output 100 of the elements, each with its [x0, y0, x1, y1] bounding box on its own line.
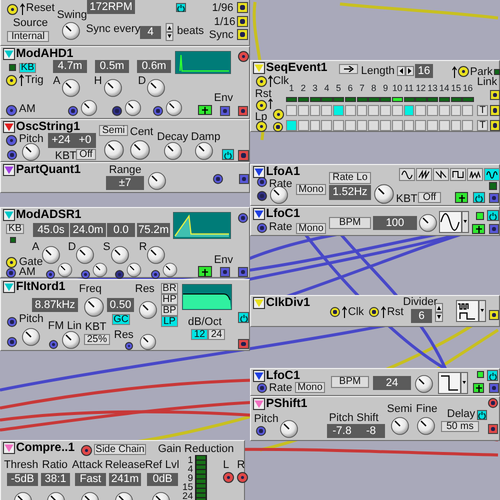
knob[interactable]: [279, 419, 299, 439]
step-cell[interactable]: [310, 105, 320, 116]
collapse-icon[interactable]: [254, 210, 264, 218]
toggle-button[interactable]: 50 ms: [441, 421, 479, 432]
toggle-button[interactable]: KB: [6, 224, 24, 234]
spinner[interactable]: [165, 23, 174, 41]
knob[interactable]: [75, 245, 95, 265]
input-jack[interactable]: [458, 66, 469, 77]
knob[interactable]: [373, 183, 395, 205]
step-cell[interactable]: [298, 120, 308, 131]
toggle-button[interactable]: BPM: [329, 217, 371, 229]
input-jack[interactable]: [488, 398, 498, 408]
knob[interactable]: [139, 333, 157, 351]
input-jack[interactable]: [7, 4, 18, 15]
input-jack[interactable]: [257, 177, 267, 187]
input-jack[interactable]: [273, 109, 284, 120]
toggle-button[interactable]: T: [477, 105, 488, 116]
knob[interactable]: [83, 296, 105, 318]
toggle-button[interactable]: Mono: [295, 382, 325, 393]
knob[interactable]: [147, 171, 167, 191]
input-jack[interactable]: [257, 191, 267, 201]
power-button[interactable]: [222, 149, 234, 160]
waveform-button[interactable]: [433, 168, 449, 181]
power-button[interactable]: [176, 3, 186, 12]
step-cell[interactable]: [438, 105, 450, 116]
step-cell[interactable]: [380, 105, 391, 116]
input-jack[interactable]: [256, 426, 266, 436]
input-jack[interactable]: [257, 223, 267, 233]
toggle-button[interactable]: Mono: [296, 184, 326, 195]
toggle-button[interactable]: 25%: [84, 334, 110, 345]
input-jack[interactable]: [81, 445, 92, 456]
step-cell[interactable]: [298, 105, 308, 116]
toggle-button[interactable]: 12: [191, 329, 208, 340]
mode-button[interactable]: [472, 224, 485, 234]
knob[interactable]: [416, 416, 436, 436]
knob[interactable]: [92, 262, 108, 278]
knob[interactable]: [138, 300, 158, 320]
power-button[interactable]: [473, 192, 485, 203]
input-jack[interactable]: [6, 257, 17, 268]
knob[interactable]: [61, 21, 81, 41]
knob[interactable]: [418, 213, 438, 233]
step-cell[interactable]: [438, 120, 450, 131]
knob[interactable]: [57, 262, 73, 278]
input-jack[interactable]: [6, 135, 17, 146]
power-button[interactable]: [487, 370, 498, 381]
input-jack[interactable]: [369, 307, 379, 317]
spinner[interactable]: [397, 66, 414, 76]
input-jack[interactable]: [330, 307, 340, 317]
output-jack[interactable]: [489, 310, 499, 320]
toggle-button[interactable]: LP: [161, 316, 178, 327]
mode-button[interactable]: [455, 192, 468, 203]
output-jack[interactable]: [237, 29, 248, 40]
toggle-button[interactable]: Side Chain: [94, 444, 146, 455]
input-jack[interactable]: [112, 106, 122, 116]
step-cell[interactable]: [380, 120, 391, 131]
input-jack[interactable]: [7, 150, 17, 160]
clock-wave-selector[interactable]: [456, 300, 486, 322]
input-jack[interactable]: [257, 383, 267, 393]
knob[interactable]: [194, 141, 214, 161]
knob[interactable]: [61, 330, 81, 350]
toggle-button[interactable]: HP: [161, 294, 178, 305]
input-jack[interactable]: [6, 105, 17, 116]
step-cell[interactable]: [462, 105, 473, 116]
power-button[interactable]: [477, 410, 487, 420]
step-cell[interactable]: [286, 105, 297, 116]
input-jack[interactable]: [7, 337, 17, 347]
knob[interactable]: [162, 262, 178, 278]
collapse-icon[interactable]: [254, 168, 264, 176]
step-cell[interactable]: [321, 120, 332, 131]
step-cell[interactable]: [310, 120, 320, 131]
step-cell[interactable]: [392, 105, 402, 116]
output-jack[interactable]: [237, 2, 248, 13]
step-cell[interactable]: [415, 120, 426, 131]
knob[interactable]: [110, 245, 130, 265]
knob[interactable]: [165, 99, 183, 117]
toggle-button[interactable]: 24: [208, 329, 225, 340]
input-jack[interactable]: [151, 270, 160, 279]
mode-button[interactable]: [198, 266, 212, 277]
step-cell[interactable]: [450, 105, 462, 116]
toggle-button[interactable]: Rate Lo: [329, 172, 371, 184]
knob[interactable]: [390, 416, 410, 436]
input-jack[interactable]: [6, 75, 17, 86]
toggle-button[interactable]: T: [477, 120, 488, 131]
toggle-button[interactable]: KB: [19, 63, 36, 73]
input-jack[interactable]: [223, 472, 234, 483]
waveform-button[interactable]: [467, 168, 483, 181]
knob[interactable]: [146, 78, 166, 98]
power-button[interactable]: [238, 312, 249, 323]
knob[interactable]: [129, 139, 151, 161]
input-jack[interactable]: [125, 342, 133, 350]
step-cell[interactable]: [392, 120, 402, 131]
knob[interactable]: [103, 139, 125, 161]
toggle-button[interactable]: GC: [112, 314, 130, 325]
output-jack[interactable]: [490, 120, 500, 131]
input-jack[interactable]: [49, 340, 58, 349]
knob[interactable]: [124, 99, 142, 117]
mode-button[interactable]: [198, 105, 212, 115]
toggle-button[interactable]: Off: [418, 192, 441, 203]
toggle-button[interactable]: BP: [161, 305, 178, 316]
input-jack[interactable]: [256, 76, 267, 87]
